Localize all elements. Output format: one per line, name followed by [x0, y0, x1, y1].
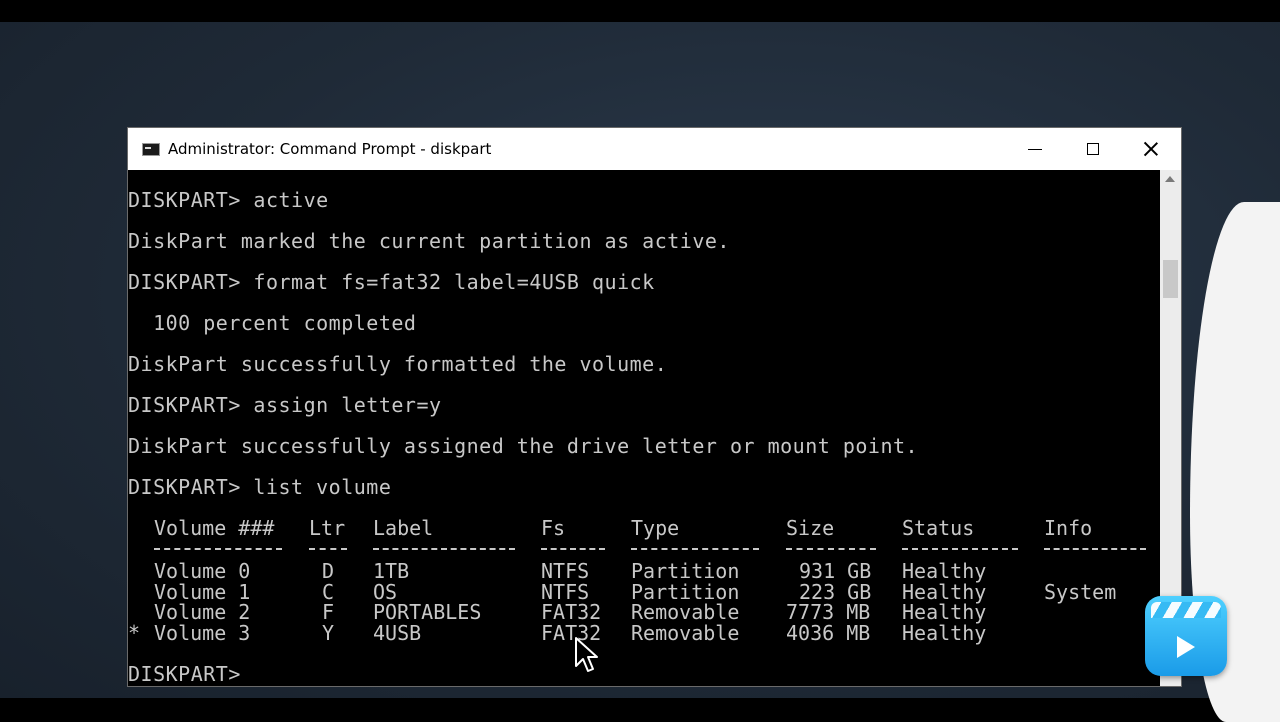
title-bar[interactable]: Administrator: Command Prompt - diskpart — [128, 128, 1181, 170]
video-editor-app-icon — [1145, 596, 1227, 676]
video-frame: Administrator: Command Prompt - diskpart… — [0, 0, 1280, 722]
column-header-label: Label — [373, 516, 434, 540]
column-header-size: Size — [786, 516, 835, 540]
window-title: Administrator: Command Prompt - diskpart — [168, 140, 492, 158]
cell-type: Removable — [631, 621, 740, 645]
cell-size: 4036 MB — [786, 621, 871, 645]
console-line: DISKPART> format fs=fat32 label=4USB qui… — [128, 270, 655, 294]
cell-volume: Volume 3 — [154, 621, 251, 645]
header-separator — [541, 548, 605, 552]
console-output[interactable]: DISKPART> active DiskPart marked the cur… — [128, 170, 1160, 686]
column-header-type: Type — [631, 516, 680, 540]
maximize-icon — [1087, 143, 1099, 155]
scroll-up-arrow-icon[interactable] — [1165, 176, 1175, 182]
play-icon — [1177, 636, 1195, 658]
command-prompt-window[interactable]: Administrator: Command Prompt - diskpart… — [127, 127, 1182, 687]
console-line: DiskPart marked the current partition as… — [128, 229, 730, 253]
cmd-icon — [142, 143, 160, 156]
command-prompt-line[interactable]: DISKPART> — [128, 662, 241, 686]
column-header-info: Info — [1044, 516, 1093, 540]
close-icon — [1143, 141, 1159, 157]
maximize-button[interactable] — [1064, 128, 1122, 170]
header-separator — [373, 548, 515, 552]
column-header-status: Status — [902, 516, 975, 540]
header-separator — [902, 548, 1018, 552]
header-separator — [154, 548, 282, 552]
console-line: 100 percent completed — [128, 311, 417, 335]
scrollbar-thumb[interactable] — [1163, 260, 1178, 298]
console-line: DiskPart successfully assigned the drive… — [128, 434, 919, 458]
header-separator — [309, 548, 347, 552]
header-separator — [786, 548, 876, 552]
console-line: DiskPart successfully formatted the volu… — [128, 352, 668, 376]
close-button[interactable] — [1122, 128, 1180, 170]
mouse-pointer-icon — [575, 637, 598, 672]
console-line: DISKPART> assign letter=y — [128, 393, 442, 417]
cell-label: 4USB — [373, 621, 422, 645]
header-separator — [1044, 548, 1146, 552]
minimize-icon — [1028, 148, 1042, 150]
console-line: DISKPART> active — [128, 188, 329, 212]
header-separator — [631, 548, 759, 552]
minimize-button[interactable] — [1006, 128, 1064, 170]
column-header-ltr: Ltr — [309, 516, 346, 540]
cell-info: System — [1044, 580, 1117, 604]
cell-ltr: Y — [322, 621, 335, 645]
clapperboard-stripes — [1151, 602, 1221, 618]
column-header-fs: Fs — [541, 516, 566, 540]
current-volume-marker: * — [128, 621, 141, 645]
column-header-volume: Volume ### — [154, 516, 275, 540]
cell-status: Healthy — [902, 621, 987, 645]
console-line: DISKPART> list volume — [128, 475, 392, 499]
